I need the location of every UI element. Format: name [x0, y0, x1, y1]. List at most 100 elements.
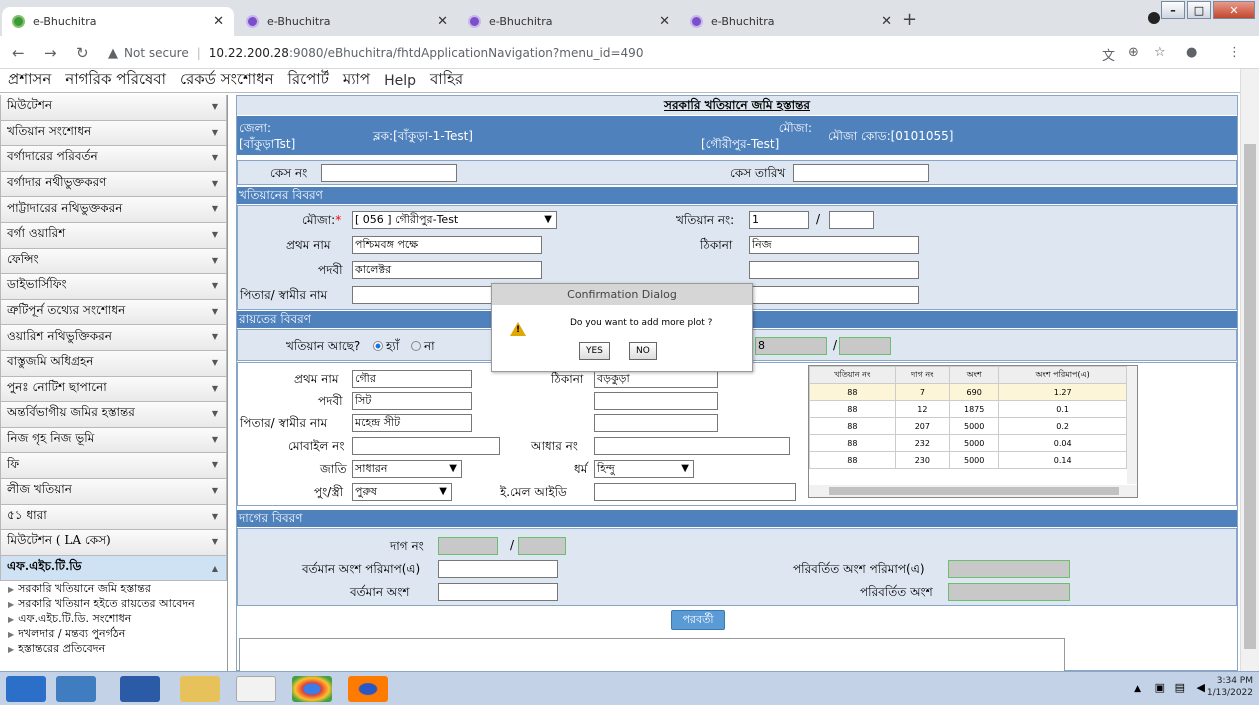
sidebar-item[interactable]: পুনঃ নোটিশ ছাপানো ▼ [0, 376, 227, 403]
bookmark-star-icon[interactable]: ☆ [1154, 45, 1166, 60]
notepad-icon[interactable] [236, 676, 276, 702]
table-row[interactable]: 88 232 5000 0.04 [809, 434, 1127, 452]
volume-icon[interactable]: ◀ [1197, 681, 1205, 694]
menu-help[interactable]: Help [384, 73, 416, 89]
scroll-thumb[interactable] [1244, 144, 1256, 649]
raiyat-address-input[interactable]: বড়কুড়া [594, 370, 718, 388]
address2-input[interactable] [749, 261, 919, 279]
case-date-input[interactable] [793, 164, 929, 182]
sidebar-item[interactable]: নিজ গৃহ নিজ ভূমি ▼ [0, 427, 227, 454]
start-windows-icon[interactable] [6, 676, 46, 702]
minimize-icon[interactable]: – [1161, 1, 1185, 19]
menu-report[interactable]: রিপোর্ট [288, 68, 329, 93]
table-hscrollbar[interactable] [809, 485, 1137, 497]
close-tab-icon[interactable]: ✕ [659, 14, 670, 29]
firefox-icon[interactable] [348, 676, 388, 702]
sidebar-item[interactable]: খতিয়ান সংশোধন ▼ [0, 120, 227, 147]
address-input[interactable]: নিজ [749, 236, 919, 254]
close-tab-icon[interactable]: ✕ [213, 14, 224, 29]
maximize-icon[interactable]: □ [1187, 1, 1211, 19]
sidebar-item[interactable]: বর্গাদারের পরিবর্তন ▼ [0, 146, 227, 172]
browser-tab[interactable]: e-Bhuchitra ✕ [2, 7, 234, 36]
yes-button[interactable]: YES [579, 342, 610, 360]
khatian-sub-input[interactable] [829, 211, 874, 229]
case-no-input[interactable] [321, 164, 457, 182]
back-icon[interactable]: ← [12, 44, 25, 62]
menu-citizen-services[interactable]: নাগরিক পরিষেবা [65, 68, 166, 93]
address3-input[interactable] [749, 286, 919, 304]
mobile-input[interactable] [352, 437, 500, 455]
email-input[interactable] [594, 483, 796, 501]
powershell-icon[interactable] [120, 676, 160, 702]
radio-yes[interactable] [373, 341, 383, 351]
table-row[interactable]: 88 12 1875 0.1 [809, 400, 1127, 418]
first-name-input[interactable]: পশ্চিমবঙ্গ পক্ষে [352, 236, 542, 254]
gender-select[interactable]: পুরুষ ▼ [352, 483, 452, 501]
sidebar-item[interactable]: বর্গা ওয়ারিশ ▼ [0, 222, 227, 249]
table-vscrollbar[interactable] [1127, 366, 1137, 484]
no-button[interactable]: NO [629, 342, 657, 360]
next-button[interactable]: পরবর্তী [671, 610, 725, 630]
close-tab-icon[interactable]: ✕ [881, 14, 892, 29]
sidebar-item[interactable]: লীজ খতিয়ান ▼ [0, 478, 227, 505]
plot-sub-input[interactable] [518, 537, 566, 555]
sidebar-subitem[interactable]: ▶ এফ.এইচ.টি.ডি. সংশোধন [0, 611, 227, 626]
cur-share-area-input[interactable] [438, 560, 558, 578]
sidebar-subitem[interactable]: ▶ সরকারি খতিয়ান হইতে রায়তের আবেদন [0, 596, 227, 611]
reload-icon[interactable]: ↻ [76, 44, 89, 62]
file-manager-icon[interactable] [56, 676, 96, 702]
changed-share-area-input[interactable] [948, 560, 1070, 578]
sidebar-subitem[interactable]: ▶ হস্তান্তরের প্রতিবেদন [0, 641, 227, 656]
new-tab-icon[interactable]: + [902, 9, 917, 30]
religion-select[interactable]: হিন্দু ▼ [594, 460, 694, 478]
aadhaar-input[interactable] [594, 437, 790, 455]
raiyat-father-input[interactable]: মহেন্দ্র সীট [352, 414, 472, 432]
sidebar-subitem[interactable]: ▶ দখলদার / মন্তব্য পুনর্গঠন [0, 626, 227, 641]
caste-select[interactable]: সাধারন ▼ [352, 460, 462, 478]
sidebar-item[interactable]: মিউটেশন ( LA কেস) ▼ [0, 530, 227, 556]
close-tab-icon[interactable]: ✕ [437, 14, 448, 29]
browser-tab[interactable]: e-Bhuchitra ✕ [236, 7, 458, 36]
title-input[interactable]: কালেক্টর [352, 261, 542, 279]
table-row[interactable]: 88 7 690 1.27 [809, 383, 1127, 401]
clock[interactable]: 3:34 PM 1/13/2022 [1207, 675, 1253, 699]
khatian-no-input[interactable]: 1 [749, 211, 809, 229]
remarks-textarea[interactable] [239, 638, 1065, 672]
sidebar-item[interactable]: পাট্টাদারের নথিভুক্তকরন ▼ [0, 197, 227, 223]
plot-no-input[interactable] [438, 537, 498, 555]
browser-tab[interactable]: e-Bhuchitra ✕ [680, 7, 902, 36]
mouza-select[interactable]: [ 056 ] গৌরীপুর-Test ▼ [352, 211, 557, 229]
raiyat-address3-input[interactable] [594, 414, 718, 432]
close-window-icon[interactable]: ✕ [1213, 1, 1255, 19]
menu-admin[interactable]: প্রশাসন [8, 68, 51, 93]
changed-share-input[interactable] [948, 583, 1070, 601]
raiyat-address2-input[interactable] [594, 392, 718, 410]
sidebar-subitem[interactable]: ▶ সরকারি খতিয়ানে জমি হস্তান্তর [0, 581, 227, 596]
cur-share-input[interactable] [438, 583, 558, 601]
raiyat-khatian-no-input[interactable]: 8 [755, 337, 827, 355]
translate-icon[interactable]: 文 [1102, 45, 1115, 64]
raiyat-first-name-input[interactable]: গৌর [352, 370, 472, 388]
profile-icon[interactable]: ● [1186, 45, 1197, 60]
zoom-icon[interactable]: ⊕ [1128, 45, 1139, 60]
sidebar-item[interactable]: অন্তর্বিভাগীয় জমির হস্তান্তর ▼ [0, 402, 227, 428]
sidebar-item[interactable]: বর্গাদার নথীভুক্তকরণ ▼ [0, 171, 227, 198]
sidebar-item[interactable]: ওয়ারিশ নথিভুক্তিকরন ▼ [0, 325, 227, 351]
sidebar-item[interactable]: ত্রুটিপূর্ন তথ্যের সংশোধন ▼ [0, 299, 227, 326]
chrome-icon[interactable] [292, 676, 332, 702]
sidebar-item[interactable]: ডাইভার্সিফিং ▼ [0, 274, 227, 300]
has-khatian-yes[interactable]: হ্যাঁ [370, 338, 399, 358]
browser-tab[interactable]: e-Bhuchitra ✕ [458, 7, 680, 36]
sidebar-item[interactable]: ৫১ ধারা ▼ [0, 504, 227, 531]
radio-no[interactable] [411, 341, 421, 351]
tray-arrow-icon[interactable]: ▲ [1134, 684, 1141, 694]
forward-icon[interactable]: → [44, 44, 57, 62]
page-vscrollbar[interactable] [1240, 69, 1259, 671]
menu-exit[interactable]: বাহির [430, 68, 463, 93]
menu-kebab-icon[interactable]: ⋮ [1228, 45, 1241, 60]
tray-app-icon[interactable]: ▣ [1155, 681, 1165, 694]
menu-map[interactable]: ম্যাপ [343, 68, 370, 93]
file-explorer-icon[interactable] [180, 676, 220, 702]
network-icon[interactable]: ▤ [1175, 681, 1185, 694]
table-row[interactable]: 88 207 5000 0.2 [809, 417, 1127, 435]
